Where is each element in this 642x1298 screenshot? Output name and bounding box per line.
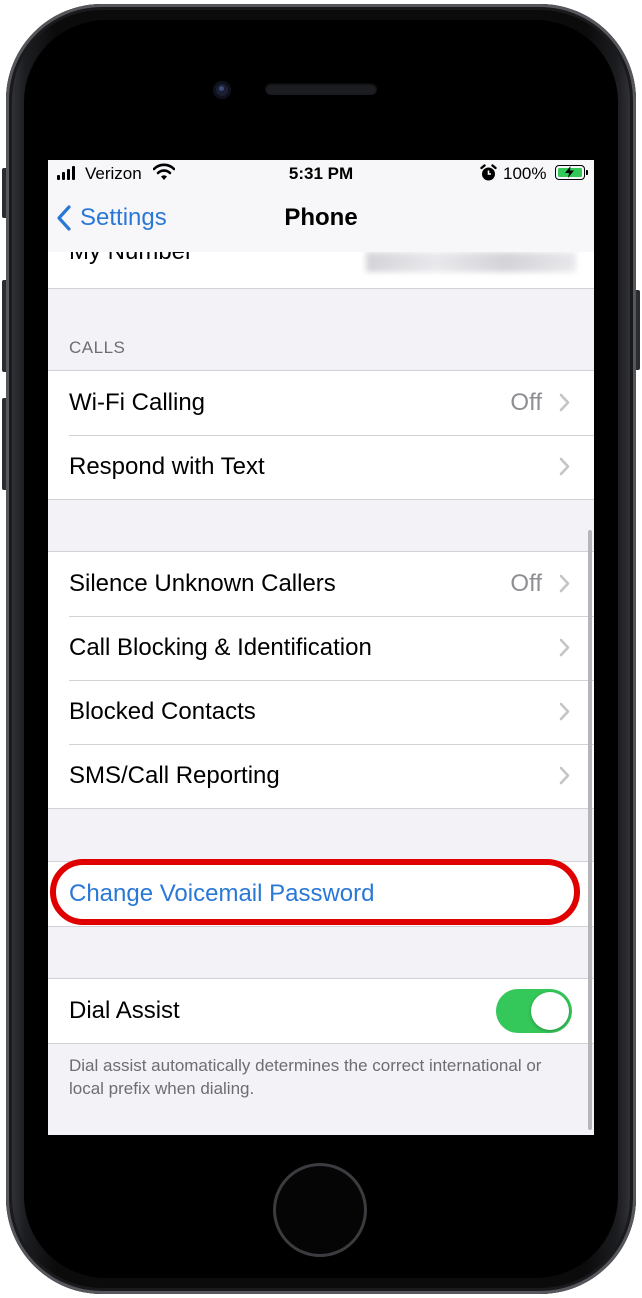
red-highlight-annotation — [50, 859, 580, 925]
dial-assist-row: Dial Assist — [48, 979, 594, 1043]
respond-with-text-row[interactable]: Respond with Text — [48, 435, 594, 499]
status-bar: Verizon 5:31 PM 100% — [48, 160, 594, 188]
blurred-phone-number — [366, 252, 576, 272]
chevron-right-icon — [559, 638, 570, 657]
chevron-right-icon — [559, 393, 570, 412]
row-label: Call Blocking & Identification — [69, 634, 372, 661]
dial-assist-toggle[interactable] — [496, 989, 572, 1033]
my-number-row[interactable]: My Number — [48, 252, 594, 289]
chevron-right-icon — [559, 702, 570, 721]
chevron-right-icon — [559, 574, 570, 593]
call-blocking-identification-row[interactable]: Call Blocking & Identification — [48, 616, 594, 680]
front-camera — [213, 81, 231, 99]
my-number-label: My Number — [69, 252, 193, 266]
dial-assist-footer: Dial assist automatically determines the… — [69, 1056, 542, 1098]
scroll-indicator[interactable] — [588, 530, 592, 1130]
row-label: Dial Assist — [69, 997, 180, 1024]
sms-call-reporting-row[interactable]: SMS/Call Reporting — [48, 744, 594, 808]
screenshot: Verizon 5:31 PM 100% Settings Phone CALL… — [0, 0, 642, 1298]
phone-screen: Verizon 5:31 PM 100% Settings Phone CALL… — [48, 160, 594, 1135]
home-button[interactable] — [273, 1163, 367, 1257]
calls-group: Wi-Fi Calling Off Respond with Text — [48, 370, 594, 500]
row-value: Off — [510, 389, 542, 416]
toggle-knob — [531, 992, 569, 1030]
battery-charging-icon — [555, 165, 588, 180]
navigation-bar: Settings Phone — [48, 188, 594, 253]
row-value: Off — [510, 570, 542, 597]
row-label: Wi-Fi Calling — [69, 389, 206, 416]
chevron-right-icon — [559, 457, 570, 476]
dial-assist-group: Dial Assist — [48, 978, 594, 1044]
row-label: Silence Unknown Callers — [69, 570, 336, 597]
row-label: SMS/Call Reporting — [69, 762, 280, 789]
row-label: Respond with Text — [69, 453, 265, 480]
chevron-right-icon — [559, 766, 570, 785]
calls-section-header: CALLS — [69, 338, 126, 357]
page-title: Phone — [284, 204, 358, 231]
silence-unknown-callers-row[interactable]: Silence Unknown Callers Off — [48, 552, 594, 616]
wifi-calling-row[interactable]: Wi-Fi Calling Off — [48, 371, 594, 435]
earpiece-speaker — [265, 83, 377, 95]
blocked-contacts-row[interactable]: Blocked Contacts — [48, 680, 594, 744]
row-label: Blocked Contacts — [69, 698, 256, 725]
battery-percentage: 100% — [503, 164, 547, 183]
alarm-icon — [480, 164, 497, 181]
call-blocking-group: Silence Unknown Callers Off Call Blockin… — [48, 551, 594, 809]
